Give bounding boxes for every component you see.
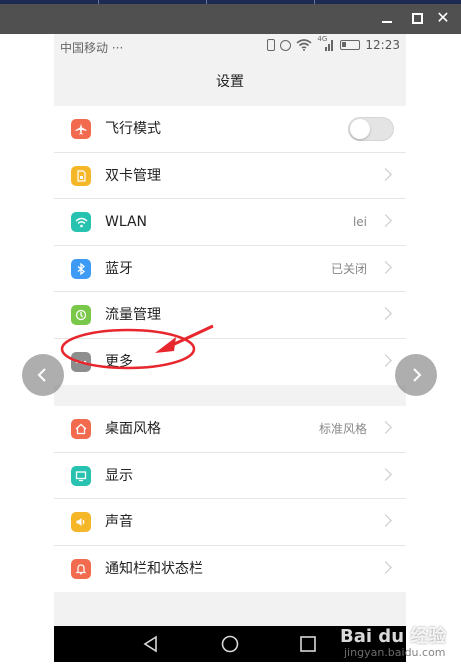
settings-row-label: 飞行模式 bbox=[105, 121, 161, 137]
settings-row-label: 蓝牙 bbox=[105, 260, 133, 277]
chevron-right-icon bbox=[379, 167, 392, 181]
carrier-label: 中国移动 ··· bbox=[60, 41, 124, 55]
chevron-right-icon bbox=[379, 260, 392, 274]
chevron-right-icon bbox=[379, 467, 392, 481]
settings-row-value: 标准风格 bbox=[318, 422, 367, 436]
home-nav-button[interactable] bbox=[205, 626, 255, 662]
settings-row-more-dots[interactable]: 更多 bbox=[54, 339, 406, 386]
settings-row-wifi[interactable]: WLAN lei bbox=[54, 199, 406, 246]
recents-square-icon bbox=[300, 636, 316, 652]
settings-row-label: 更多 bbox=[105, 353, 133, 370]
settings-row-label: 声音 bbox=[105, 514, 133, 530]
home-icon bbox=[71, 419, 91, 439]
settings-row-sim-card[interactable]: 双卡管理 bbox=[54, 153, 406, 199]
recents-nav-button[interactable] bbox=[283, 626, 333, 662]
settings-row-label: 双卡管理 bbox=[105, 167, 161, 184]
chevron-right-icon bbox=[379, 214, 392, 227]
bluetooth-icon bbox=[71, 258, 91, 279]
viewer-window-bar: ✕ bbox=[0, 0, 461, 34]
alarm-icon bbox=[280, 39, 292, 51]
settings-row-label: WLAN bbox=[105, 214, 148, 230]
settings-row-label: 流量管理 bbox=[105, 307, 161, 323]
chevron-right-icon bbox=[379, 307, 392, 320]
settings-row-data-usage[interactable]: 流量管理 bbox=[54, 292, 406, 339]
wifi-status-icon bbox=[296, 39, 312, 51]
data-usage-icon bbox=[71, 305, 91, 325]
next-image-button[interactable] bbox=[395, 354, 437, 396]
baidu-watermark: Bai du 经验 bbox=[340, 626, 447, 647]
maximize-icon[interactable] bbox=[410, 11, 424, 25]
settings-row-bluetooth[interactable]: 蓝牙 已关闭 bbox=[54, 246, 406, 292]
settings-row-airplane[interactable]: 飞行模式 bbox=[54, 106, 406, 153]
settings-row-home[interactable]: 桌面风格 标准风格 bbox=[54, 406, 406, 453]
airplane-icon bbox=[71, 119, 91, 139]
sim-card-icon bbox=[71, 165, 91, 186]
phone-screen: 中国移动 ··· 4G 12:23 设置 飞行模式 双卡管理 WLAN lei … bbox=[54, 34, 406, 662]
notification-icon bbox=[71, 558, 91, 579]
chevron-right-icon bbox=[379, 421, 392, 434]
chevron-right-icon bbox=[379, 514, 392, 527]
settings-row-label: 通知栏和状态栏 bbox=[105, 560, 203, 577]
home-circle-icon bbox=[221, 635, 239, 653]
display-icon bbox=[71, 465, 91, 486]
close-icon[interactable]: ✕ bbox=[436, 10, 450, 26]
page-title: 设置 bbox=[216, 74, 244, 90]
battery-icon bbox=[340, 40, 361, 50]
settings-row-display[interactable]: 显示 bbox=[54, 453, 406, 499]
status-bar: 中国移动 ··· 4G 12:23 bbox=[54, 34, 406, 60]
airplane-mode-toggle[interactable] bbox=[348, 117, 394, 141]
watermark-url: jingyan.baidu.com bbox=[344, 646, 446, 659]
chevron-left-icon bbox=[37, 368, 46, 382]
settings-group-connectivity: 飞行模式双卡管理 WLAN lei 蓝牙 已关闭流量管理更多 bbox=[54, 106, 406, 385]
minimize-icon[interactable] bbox=[380, 11, 394, 25]
settings-row-value: lei bbox=[352, 215, 367, 229]
settings-row-label: 桌面风格 bbox=[105, 421, 161, 437]
chevron-right-icon bbox=[379, 560, 392, 574]
sound-icon bbox=[71, 512, 91, 532]
previous-image-button[interactable] bbox=[22, 354, 64, 396]
chevron-right-icon bbox=[413, 368, 422, 382]
status-time: 12:23 bbox=[365, 38, 400, 52]
settings-row-value: 已关闭 bbox=[330, 261, 367, 276]
back-nav-button[interactable] bbox=[126, 626, 176, 662]
signal-icon: 4G bbox=[317, 35, 335, 51]
vibrate-icon bbox=[267, 39, 276, 51]
settings-row-sound[interactable]: 声音 bbox=[54, 499, 406, 546]
settings-group-personalization: 桌面风格 标准风格显示声音通知栏和状态栏 bbox=[54, 406, 406, 592]
more-dots-icon bbox=[71, 351, 91, 372]
settings-row-notification[interactable]: 通知栏和状态栏 bbox=[54, 546, 406, 593]
viewer-tab-strip bbox=[0, 0, 461, 4]
chevron-right-icon bbox=[379, 353, 392, 367]
wifi-icon bbox=[71, 212, 91, 232]
back-triangle-icon bbox=[143, 635, 157, 653]
settings-row-label: 显示 bbox=[105, 467, 133, 484]
